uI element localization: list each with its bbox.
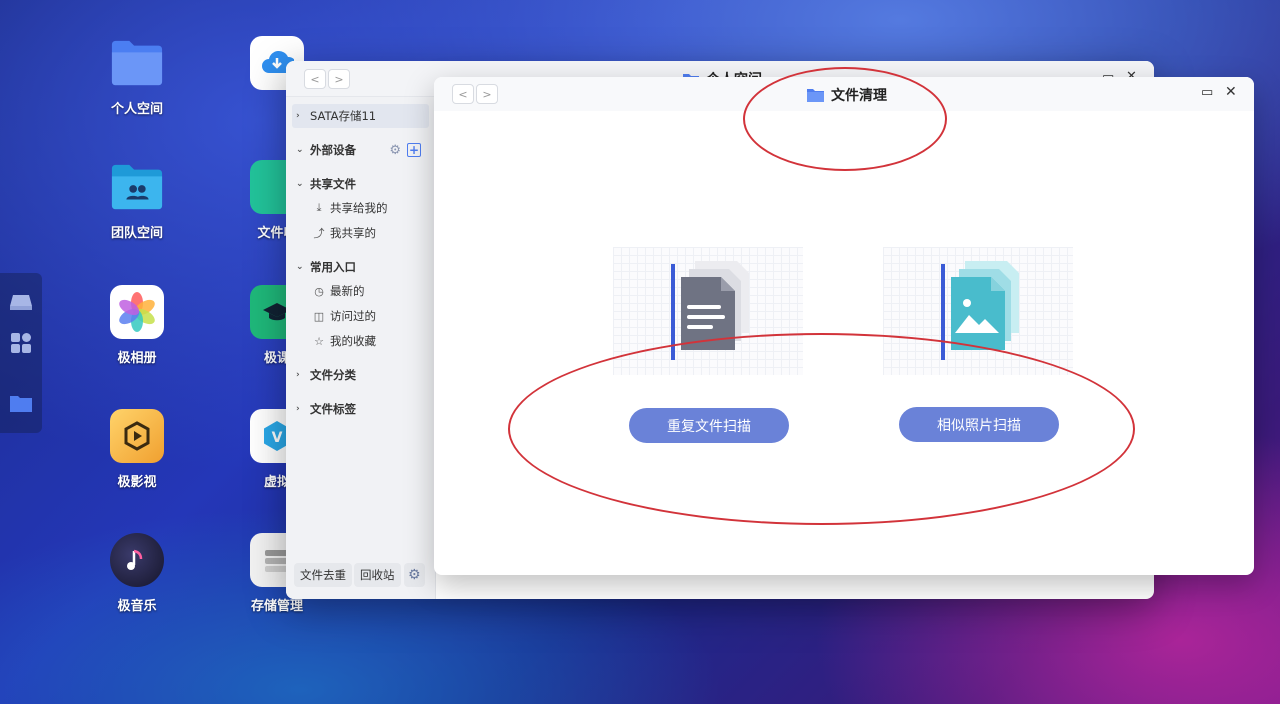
chevron-down-icon: ⌄ (296, 262, 304, 272)
sidebar-item-label: 我的收藏 (330, 334, 376, 348)
clock-icon: ◷ (314, 284, 324, 298)
team-folder-icon (110, 160, 164, 214)
chevron-right-icon: › (296, 111, 300, 121)
chevron-down-icon: ⌄ (296, 179, 304, 189)
forward-button[interactable]: > (476, 84, 498, 104)
sidebar-item-my-shares[interactable]: ⤴ 我共享的 (312, 221, 427, 245)
sidebar-group-shared[interactable]: ⌄ 共享文件 (296, 172, 427, 196)
sidebar-group-label: 外部设备 (310, 143, 356, 157)
photos-icon (110, 285, 164, 339)
sidebar-group-label: 常用入口 (310, 260, 356, 274)
nav-buttons: < > (452, 84, 498, 104)
chevron-down-icon: ⌄ (296, 145, 304, 155)
sidebar-item-favorites[interactable]: ☆ 我的收藏 (312, 329, 427, 353)
drive-icon[interactable] (9, 290, 33, 314)
camera-icon: ◫ (313, 309, 325, 323)
sidebar-item-recent[interactable]: ◷ 最新的 (312, 279, 427, 303)
music-icon (110, 533, 164, 587)
chevron-right-icon: › (296, 404, 300, 414)
settings-gear-icon[interactable]: ⚙ (404, 563, 425, 587)
gear-icon[interactable]: ⚙ (389, 143, 401, 158)
desktop-icon-video[interactable]: 极影视 (87, 409, 187, 490)
maximize-button[interactable]: ▭ (1201, 85, 1213, 100)
sidebar-item-sata-storage[interactable]: › SATA存储11 (292, 104, 429, 128)
back-button[interactable]: < (452, 84, 474, 104)
share-out-icon: ⤴ (313, 227, 325, 240)
add-device-button[interactable]: + (407, 143, 421, 157)
sidebar-group-common[interactable]: ⌄ 常用入口 (296, 255, 427, 279)
dock (0, 273, 42, 433)
svg-text:V: V (272, 430, 283, 446)
desktop-icon-team-space[interactable]: 团队空间 (87, 160, 187, 241)
sidebar-group-label: 文件标签 (310, 402, 356, 416)
sidebar-item-label: 访问过的 (330, 309, 376, 323)
sidebar-item-label: 共享给我的 (330, 201, 388, 215)
nav-buttons: < > (304, 69, 350, 89)
sidebar-item-shared-with-me[interactable]: ⤓ 共享给我的 (312, 196, 427, 220)
apps-grid-icon[interactable] (9, 331, 33, 355)
sidebar: › SATA存储11 ⌄ 外部设备 ⚙ + ⌄ 共享文件 ⤓ 共享给我的 ⤴ 我… (286, 97, 436, 599)
sidebar-group-label: 文件分类 (310, 368, 356, 382)
folder-icon[interactable] (9, 391, 33, 415)
chevron-right-icon: › (296, 370, 300, 380)
desktop-icon-label: 极影视 (117, 475, 157, 490)
desktop-icon-personal-space[interactable]: 个人空间 (87, 36, 187, 117)
trash-button[interactable]: 回收站 (354, 563, 401, 587)
desktop-icon-label: 极音乐 (117, 599, 157, 614)
video-icon (110, 409, 164, 463)
folder-icon (110, 36, 164, 90)
sidebar-item-label: 最新的 (330, 284, 365, 298)
sidebar-item-label: SATA存储11 (310, 109, 377, 123)
sidebar-group-tags[interactable]: › 文件标签 (296, 397, 427, 421)
desktop-icon-music[interactable]: 极音乐 (87, 533, 187, 614)
back-button[interactable]: < (304, 69, 326, 89)
sidebar-group-category[interactable]: › 文件分类 (296, 363, 427, 387)
forward-button[interactable]: > (328, 69, 350, 89)
sidebar-item-label: 我共享的 (330, 226, 376, 240)
share-in-icon: ⤓ (316, 201, 322, 214)
annotation-ellipse-buttons (508, 333, 1135, 525)
star-icon: ☆ (314, 334, 324, 348)
close-button[interactable]: ✕ (1225, 84, 1237, 100)
desktop-icon-label: 团队空间 (110, 226, 163, 241)
sidebar-item-visited[interactable]: ◫ 访问过的 (312, 304, 427, 328)
sidebar-group-external[interactable]: ⌄ 外部设备 ⚙ + (296, 138, 427, 162)
desktop-icon-label: 极相册 (117, 351, 157, 366)
desktop-icon-photos[interactable]: 极相册 (87, 285, 187, 366)
annotation-ellipse-title (743, 67, 947, 171)
sidebar-group-label: 共享文件 (310, 177, 356, 191)
desktop-icon-label: 个人空间 (110, 102, 163, 117)
dedupe-button[interactable]: 文件去重 (294, 563, 352, 587)
